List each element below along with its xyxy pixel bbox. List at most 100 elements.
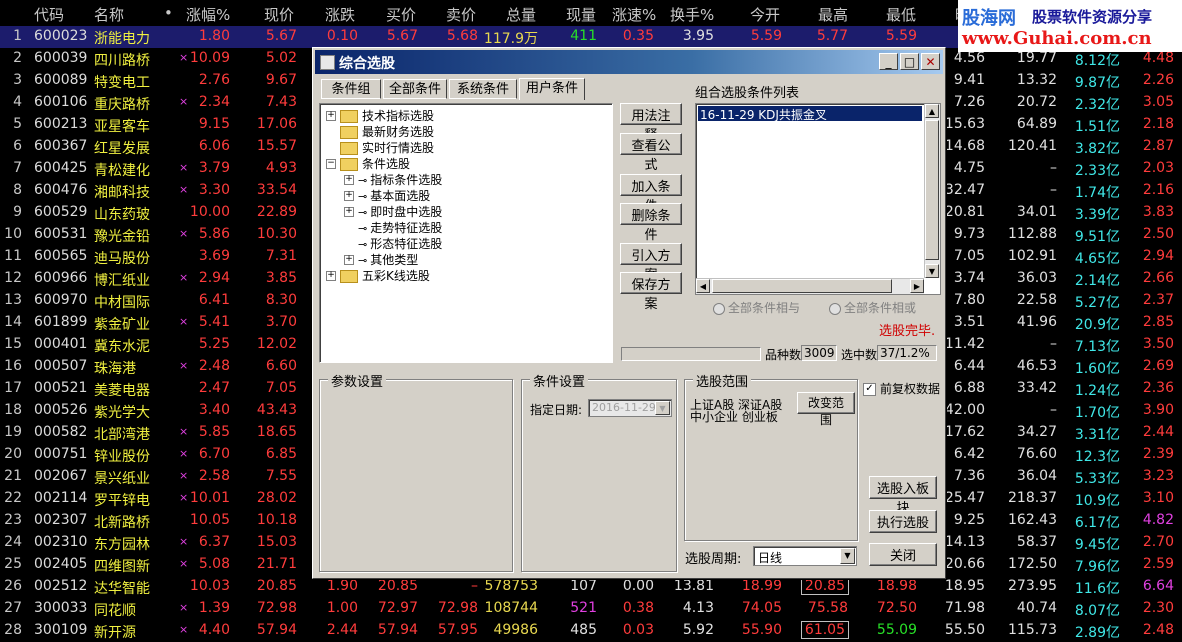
column-header[interactable]: 涨速% xyxy=(612,4,656,25)
cell-low: 5.59 xyxy=(885,28,917,44)
stock-name: 罗平锌电 xyxy=(94,493,150,509)
execute-screening-button[interactable]: 执行选股 xyxy=(869,510,937,533)
tree-node[interactable]: 条件选股 xyxy=(340,155,410,172)
maximize-icon[interactable]: □ xyxy=(900,53,919,70)
tree-node[interactable]: 技术指标选股 xyxy=(340,107,434,124)
column-header[interactable]: • xyxy=(164,4,173,22)
column-header[interactable]: 代码 xyxy=(34,4,64,25)
tab-1[interactable]: 全部条件 xyxy=(383,79,447,99)
cell-vol: 49986 xyxy=(493,622,538,638)
usage-notes-button[interactable]: 用法注释 xyxy=(620,103,682,143)
cell-spd: 0.00 xyxy=(622,578,654,594)
dialog-titlebar[interactable]: 综合选股 _ □ ✕ xyxy=(315,50,943,74)
date-label: 指定日期: xyxy=(530,403,583,417)
expand-icon[interactable]: + xyxy=(344,175,354,185)
condition-list[interactable]: 16-11-29 KDJ共振金叉 ▲ ▼ ◀ ▶ xyxy=(695,103,941,295)
cell-amt: 6.17亿 xyxy=(1074,515,1120,531)
change-range-button[interactable]: 改变范围 xyxy=(797,392,855,427)
scroll-left-icon[interactable]: ◀ xyxy=(696,279,710,293)
prereq-label: 前复权数据 xyxy=(880,382,941,396)
hscroll-thumb[interactable] xyxy=(712,279,892,293)
chevron-down-icon[interactable]: ▼ xyxy=(655,401,670,415)
close-button[interactable]: 关闭 xyxy=(869,543,937,566)
collapse-icon[interactable]: − xyxy=(326,159,336,169)
condition-list-item[interactable]: 16-11-29 KDJ共振金叉 xyxy=(698,106,922,122)
row-index: 25 xyxy=(4,556,22,572)
tree-node[interactable]: ⊸ 基本面选股 xyxy=(358,187,430,204)
prereq-checkbox[interactable]: ✓ 前复权数据 xyxy=(863,380,940,397)
close-icon[interactable]: ✕ xyxy=(921,53,940,70)
row-index: 16 xyxy=(4,358,22,374)
stock-name: 北部湾港 xyxy=(94,427,150,443)
delete-condition-button[interactable]: 删除条件 xyxy=(620,203,682,243)
row-index: 8 xyxy=(13,182,22,198)
save-plan-button[interactable]: 保存方案 xyxy=(620,272,682,312)
period-select[interactable]: 日线 ▼ xyxy=(753,546,857,566)
column-header[interactable]: 涨跌 xyxy=(325,4,355,25)
scroll-right-icon[interactable]: ▶ xyxy=(910,279,924,293)
add-to-block-button[interactable]: 选股入板块 xyxy=(869,476,937,516)
tree-node[interactable]: ⊸ 走势特征选股 xyxy=(358,219,442,236)
row-marker: × xyxy=(179,469,189,482)
stock-code: 600039 xyxy=(34,50,88,66)
stock-name: 浙能电力 xyxy=(94,31,150,47)
cell-amt: 1.60亿 xyxy=(1074,361,1120,377)
table-row[interactable]: 28 300109 新开源 × 4.40 57.94 2.44 57.94 57.95 49986… xyxy=(0,620,1182,642)
column-header[interactable]: 现量 xyxy=(566,4,596,25)
column-header[interactable]: 今开 xyxy=(750,4,780,25)
column-header[interactable]: 最高 xyxy=(818,4,848,25)
stock-code: 000507 xyxy=(34,358,88,374)
column-header[interactable]: 最低 xyxy=(886,4,916,25)
column-header[interactable]: 买价 xyxy=(386,4,416,25)
tab-3[interactable]: 用户条件 xyxy=(519,78,585,100)
horizontal-scrollbar[interactable]: ◀ ▶ xyxy=(696,278,924,294)
column-header[interactable]: 总量 xyxy=(506,4,536,25)
column-header[interactable]: 涨幅% xyxy=(186,4,230,25)
tab-2[interactable]: 系统条件 xyxy=(449,79,517,99)
chevron-down-icon[interactable]: ▼ xyxy=(840,548,855,564)
column-header[interactable]: 名称 xyxy=(94,4,124,25)
cell-chg: 3.30 xyxy=(198,182,230,198)
scroll-up-icon[interactable]: ▲ xyxy=(925,104,939,118)
scroll-thumb[interactable] xyxy=(925,120,939,260)
expand-icon[interactable]: + xyxy=(326,271,336,281)
cell-c17: 41.96 xyxy=(1016,314,1057,330)
column-header[interactable]: 换手% xyxy=(670,4,714,25)
column-header[interactable]: 卖价 xyxy=(446,4,476,25)
view-formula-button[interactable]: 查看公式 xyxy=(620,133,682,173)
tree-node[interactable]: ⊸ 即时盘中选股 xyxy=(358,203,442,220)
expand-icon[interactable]: + xyxy=(326,111,336,121)
cell-bid: 57.94 xyxy=(377,622,418,638)
stock-code: 000401 xyxy=(34,336,88,352)
table-row[interactable]: 27 300033 同花顺 × 1.39 72.98 1.00 72.97 72.98 10874… xyxy=(0,598,1182,620)
tree-node[interactable]: ⊸ 其他类型 xyxy=(358,251,418,268)
tree-node[interactable]: 五彩K线选股 xyxy=(340,267,430,284)
stock-name: 景兴纸业 xyxy=(94,471,150,487)
table-row[interactable]: 26 002512 达华智能 10.03 20.85 1.90 20.85 –578753 10… xyxy=(0,576,1182,598)
expand-icon[interactable]: + xyxy=(344,191,354,201)
tree-node[interactable]: 实时行情选股 xyxy=(340,139,434,156)
tree-node[interactable]: ⊸ 形态特征选股 xyxy=(358,235,442,252)
cell-amt: 10.9亿 xyxy=(1074,493,1120,509)
expand-icon[interactable]: + xyxy=(344,207,354,217)
vertical-scrollbar[interactable]: ▲ ▼ xyxy=(924,104,940,278)
import-plan-button[interactable]: 引入方案 xyxy=(620,243,682,283)
cell-price: 6.85 xyxy=(265,446,297,462)
expand-icon[interactable]: + xyxy=(344,255,354,265)
cell-qr: 2.59 xyxy=(1142,556,1174,572)
tree-node[interactable]: 最新财务选股 xyxy=(340,123,434,140)
date-picker[interactable]: 2016-11-29 ▼ xyxy=(588,399,672,417)
radio-and[interactable]: 全部条件相与 xyxy=(713,299,800,316)
radio-or[interactable]: 全部条件相或 xyxy=(829,299,916,316)
column-header[interactable]: 现价 xyxy=(264,4,294,25)
condition-tree[interactable]: + 技术指标选股 最新财务选股 实时行情选股 − 条件选股 + ⊸ 指标条件选股 + ⊸ 基本面选股 +… xyxy=(319,103,613,363)
cell-ask: – xyxy=(471,578,478,594)
tree-node[interactable]: ⊸ 指标条件选股 xyxy=(358,171,442,188)
cell-price: 12.02 xyxy=(256,336,297,352)
add-condition-button[interactable]: 加入条件 xyxy=(620,174,682,214)
folder-icon xyxy=(340,110,358,123)
minimize-icon[interactable]: _ xyxy=(879,53,898,70)
tab-0[interactable]: 条件组 xyxy=(321,79,381,99)
key-icon: ⊸ xyxy=(358,206,368,219)
scroll-down-icon[interactable]: ▼ xyxy=(925,264,939,278)
